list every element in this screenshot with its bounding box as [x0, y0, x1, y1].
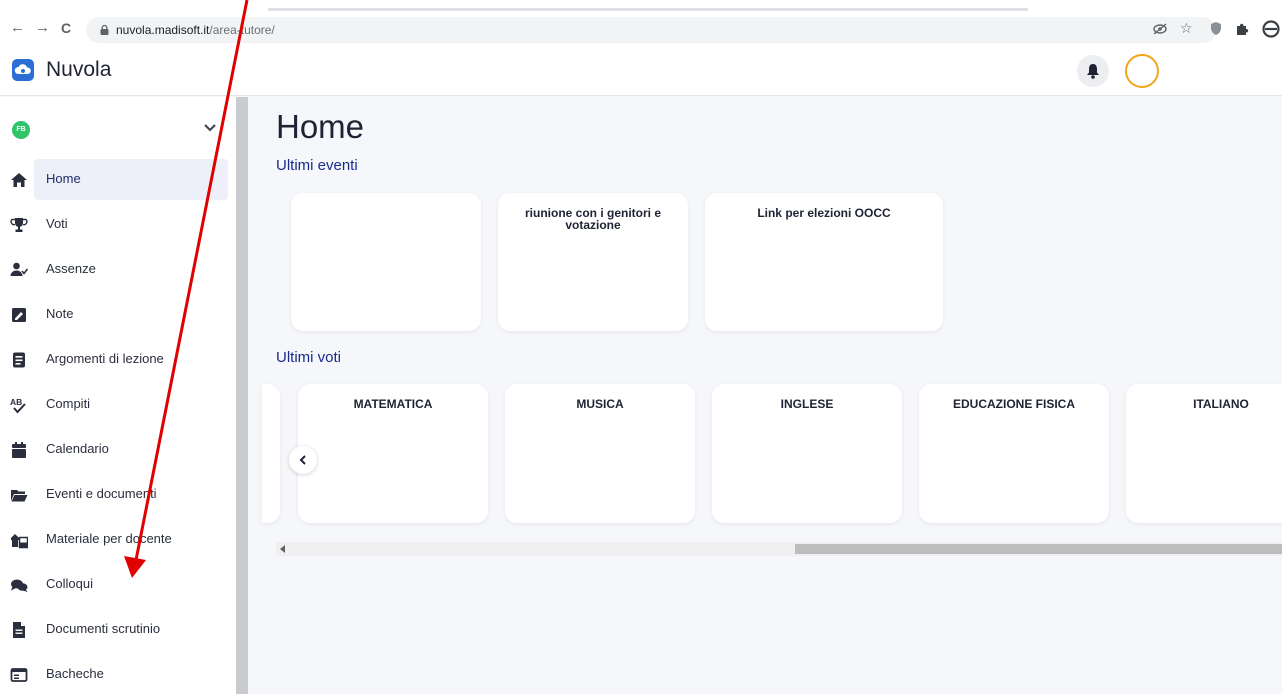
note-icon: [12, 308, 26, 322]
scrollbar-thumb[interactable]: [795, 544, 1282, 554]
url-host: nuvola.madisoft.it: [116, 23, 210, 37]
event-card[interactable]: [291, 193, 481, 331]
browser-toolbar: ← → C nuvola.madisoft.it/area-tutore/ ☆: [0, 0, 1282, 46]
grade-card[interactable]: ITALIANO: [1126, 384, 1282, 523]
sidebar-item-argomenti[interactable]: Argomenti di lezione: [13, 339, 228, 380]
sidebar-item-voti[interactable]: Voti: [10, 204, 228, 245]
sidebar-item-colloqui[interactable]: Colloqui: [11, 564, 228, 605]
chat-icon: [11, 579, 28, 592]
book-icon: [13, 352, 25, 368]
grade-card-title: EDUCAZIONE FISICA: [952, 397, 1075, 411]
sidebar-item-label: Home: [46, 171, 81, 186]
back-icon[interactable]: ←: [10, 20, 25, 36]
grade-card-title: MUSICA: [576, 397, 624, 411]
sidebar-item-label: Bacheche: [46, 666, 104, 681]
app-header: Nuvola: [0, 46, 1282, 96]
grade-card[interactable]: MUSICA: [505, 384, 695, 523]
sidebar-item-label: Calendario: [46, 441, 109, 456]
grade-card[interactable]: MATEMATICA: [298, 384, 488, 523]
carousel-prev-button[interactable]: [289, 446, 317, 474]
event-card-title: riunione con i genitori e votazione: [524, 206, 661, 232]
grade-card-title: ITALIANO: [1193, 397, 1249, 411]
event-card[interactable]: Link per elezioni OOCC: [705, 193, 943, 331]
grade-card-title: MATEMATICA: [353, 397, 433, 411]
svg-text:AB: AB: [10, 397, 22, 407]
sidebar-item-bacheche[interactable]: Bacheche: [10, 654, 228, 694]
grade-card-partial[interactable]: [262, 384, 280, 523]
nuvola-logo-icon[interactable]: [12, 59, 34, 81]
url-path: /area-tutore/: [209, 23, 275, 37]
shield-icon[interactable]: [1211, 22, 1221, 35]
chevron-down-icon[interactable]: [203, 123, 217, 132]
sidebar-item-label: Voti: [46, 216, 68, 231]
sidebar-item-label: Assenze: [46, 261, 96, 276]
bell-icon: [1087, 64, 1099, 79]
chevron-left-icon: [299, 455, 306, 465]
grade-card-title: INGLESE: [780, 397, 834, 411]
sidebar-item-materiale[interactable]: Materiale per docente: [11, 519, 228, 560]
window-edge: [268, 8, 1028, 11]
forward-icon[interactable]: →: [35, 20, 50, 36]
sidebar-item-note[interactable]: Note: [12, 294, 228, 335]
sidebar-item-home[interactable]: Home: [11, 159, 228, 200]
folder-icon: [11, 490, 28, 502]
grade-card[interactable]: INGLESE: [712, 384, 902, 523]
sidebar-item-label: Note: [46, 306, 74, 321]
user-check-icon: [10, 262, 28, 276]
sidebar-item-calendario[interactable]: Calendario: [12, 429, 228, 470]
spellcheck-icon: AB: [10, 397, 26, 414]
eye-off-icon[interactable]: [1153, 23, 1167, 35]
puzzle-icon[interactable]: [1236, 22, 1249, 35]
sidebar-item-eventi[interactable]: Eventi e documenti: [11, 474, 228, 515]
sidebar-item-label: Compiti: [46, 396, 91, 411]
calendar-icon: [12, 442, 26, 458]
user-badge[interactable]: FB: [12, 121, 30, 139]
scroll-left-arrow-icon[interactable]: [280, 545, 286, 553]
sidebar-item-assenze[interactable]: Assenze: [10, 249, 228, 290]
grade-card[interactable]: EDUCAZIONE FISICA: [919, 384, 1109, 523]
document-icon: [13, 622, 25, 638]
trophy-icon: [10, 218, 28, 232]
lock-icon: [100, 25, 109, 35]
profile-icon[interactable]: [1262, 20, 1280, 38]
event-card[interactable]: riunione con i genitori e votazione: [498, 193, 688, 331]
sidebar-item-label: Documenti scrutinio: [46, 621, 161, 636]
page-title: Home: [276, 108, 365, 145]
carousel-scrollbar[interactable]: [276, 542, 1282, 556]
sidebar-item-label: Materiale per docente: [46, 531, 172, 546]
user-avatar[interactable]: [1125, 54, 1159, 88]
sidebar-scrollbar[interactable]: [236, 97, 248, 694]
sidebar-item-documenti[interactable]: Documenti scrutinio: [13, 609, 228, 650]
notifications-button[interactable]: [1077, 55, 1109, 87]
sidebar-item-label: Colloqui: [46, 576, 93, 591]
url-text[interactable]: nuvola.madisoft.it/area-tutore/: [116, 23, 275, 37]
board-icon: [10, 668, 28, 682]
grades-section-title: Ultimi voti: [276, 349, 342, 366]
share-folder-icon: [11, 534, 28, 549]
star-icon[interactable]: ☆: [1180, 20, 1193, 36]
reload-icon[interactable]: C: [61, 20, 71, 36]
sidebar-item-label: Argomenti di lezione: [46, 351, 164, 366]
home-icon: [11, 173, 27, 187]
sidebar-item-compiti[interactable]: AB Compiti: [10, 384, 228, 425]
sidebar: FB Home Voti Assenze Note Argomenti di l…: [0, 97, 236, 694]
events-section-title: Ultimi eventi: [276, 157, 358, 174]
sidebar-item-label: Eventi e documenti: [46, 486, 157, 501]
event-card-title: Link per elezioni OOCC: [757, 206, 891, 220]
app-title: Nuvola: [46, 58, 112, 81]
